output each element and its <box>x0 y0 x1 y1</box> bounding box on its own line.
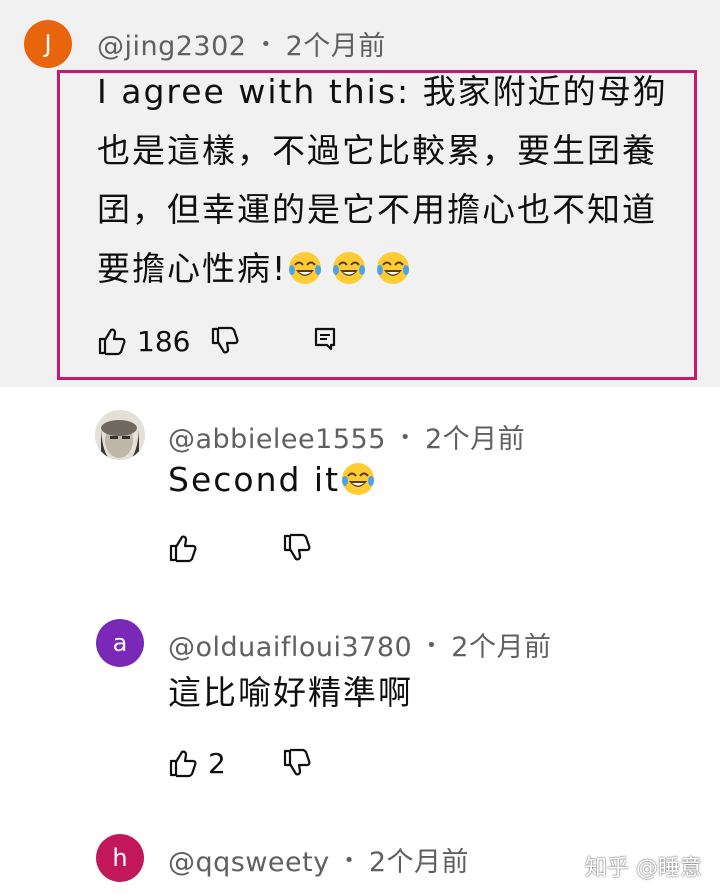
user-photo-icon <box>95 410 145 460</box>
comment-meta: @jing2302 • 2个月前 <box>97 24 386 63</box>
like-button[interactable] <box>168 531 198 565</box>
separator-dot: • <box>399 427 411 448</box>
comment-author[interactable]: @qqsweety <box>168 847 330 878</box>
like-count: 2 <box>208 746 226 780</box>
comment-time: 2个月前 <box>368 847 470 878</box>
comment-author[interactable]: @olduaifloui3780 <box>168 632 412 663</box>
separator-dot: • <box>343 850 355 871</box>
avatar-photo[interactable] <box>95 410 145 460</box>
thumbs-up-icon <box>169 535 197 563</box>
comment-time: 2个月前 <box>451 632 552 663</box>
laughing-emoji-icon <box>342 463 375 495</box>
comment-meta: @olduaifloui3780 • 2个月前 <box>168 625 551 664</box>
thumbs-up-icon <box>169 750 197 778</box>
like-button[interactable]: 2 <box>168 746 226 780</box>
thumbs-down-icon <box>283 533 311 561</box>
comment-text: 這比喻好精準啊 <box>168 673 413 712</box>
dislike-button[interactable] <box>280 531 314 565</box>
avatar[interactable]: a <box>96 619 144 667</box>
avatar[interactable]: h <box>96 834 144 882</box>
highlight-frame <box>57 70 697 380</box>
separator-dot: • <box>426 635 438 656</box>
comment-text: Second it <box>168 450 688 509</box>
comment-time: 2个月前 <box>285 31 386 62</box>
dislike-button[interactable] <box>280 746 314 780</box>
separator-dot: • <box>260 34 272 55</box>
comment-meta: @qqsweety • 2个月前 <box>168 840 469 879</box>
avatar[interactable]: J <box>24 20 72 68</box>
watermark: 知乎 @睡意 <box>585 856 702 881</box>
comment-author[interactable]: @jing2302 <box>97 31 246 62</box>
thumbs-down-icon <box>283 748 311 776</box>
